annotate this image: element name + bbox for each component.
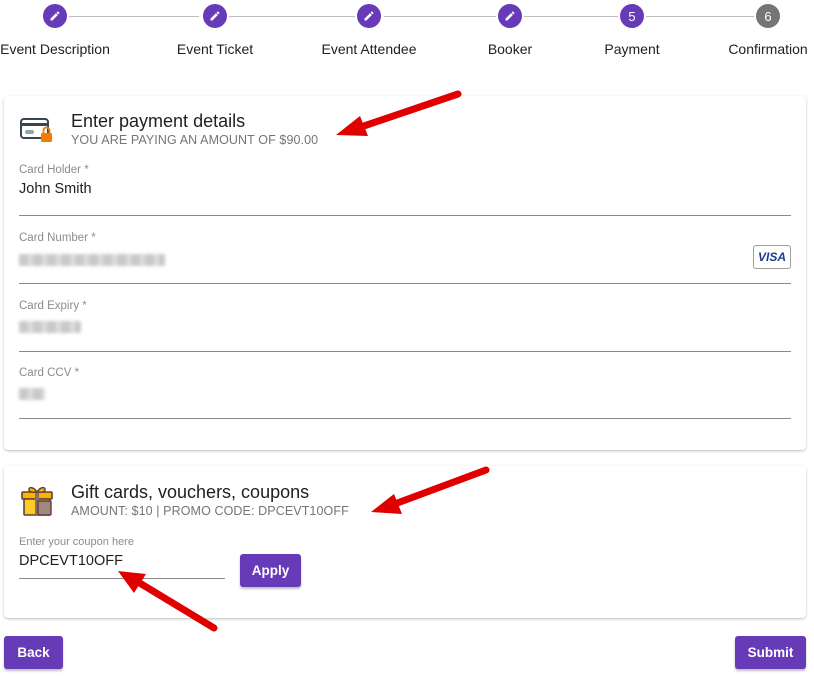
card-number-label: Card Number * <box>19 232 96 244</box>
back-button[interactable]: Back <box>4 636 63 669</box>
payment-details-card: Enter payment details YOU ARE PAYING AN … <box>4 96 806 450</box>
coupon-input[interactable]: DPCEVT10OFF <box>19 553 123 569</box>
payment-title: Enter payment details <box>71 111 246 131</box>
redacted-card-number <box>19 254 165 266</box>
card-holder-input[interactable]: John Smith <box>19 181 92 197</box>
apply-button[interactable]: Apply <box>240 554 301 587</box>
card-ccv-label: Card CCV * <box>19 367 80 379</box>
step-label: Payment <box>604 41 660 57</box>
card-ccv-field[interactable]: Card CCV * <box>19 367 791 419</box>
gift-header: Gift cards, vouchers, coupons AMOUNT: $1… <box>20 481 349 519</box>
step-payment: 5 Payment <box>572 0 692 57</box>
card-expiry-label: Card Expiry * <box>19 300 87 312</box>
coupon-label: Enter your coupon here <box>19 536 134 548</box>
credit-card-lock-icon <box>20 118 52 142</box>
coupon-field[interactable]: Enter your coupon here DPCEVT10OFF <box>19 536 225 579</box>
step-number: 6 <box>756 4 780 28</box>
redacted-card-expiry <box>19 321 81 333</box>
card-expiry-input[interactable] <box>19 321 81 337</box>
step-label: Event Description <box>0 41 110 57</box>
progress-stepper: Event Description Event Ticket Event Att… <box>0 0 814 70</box>
edit-icon <box>43 4 67 28</box>
gift-title: Gift cards, vouchers, coupons <box>71 482 310 502</box>
gift-card-icon <box>21 486 53 516</box>
payment-header: Enter payment details YOU ARE PAYING AN … <box>20 110 318 148</box>
step-event-ticket[interactable]: Event Ticket <box>155 0 275 57</box>
step-booker[interactable]: Booker <box>450 0 570 57</box>
card-holder-label: Card Holder * <box>19 164 89 176</box>
submit-button[interactable]: Submit <box>735 636 806 669</box>
card-holder-field[interactable]: Card Holder * John Smith <box>19 164 791 216</box>
step-label: Event Ticket <box>176 41 254 57</box>
card-expiry-field[interactable]: Card Expiry * <box>19 300 791 352</box>
visa-icon: VISA <box>753 245 791 269</box>
step-confirmation: 6 Confirmation <box>708 0 814 57</box>
checkout-page: Event Description Event Ticket Event Att… <box>0 0 814 676</box>
gift-cards-card: Gift cards, vouchers, coupons AMOUNT: $1… <box>4 466 806 618</box>
step-event-attendee[interactable]: Event Attendee <box>309 0 429 57</box>
payment-amount-subtitle: YOU ARE PAYING AN AMOUNT OF $90.00 <box>71 133 319 147</box>
step-number: 5 <box>620 4 644 28</box>
redacted-card-ccv <box>19 388 45 400</box>
card-ccv-input[interactable] <box>19 388 45 404</box>
edit-icon <box>203 4 227 28</box>
step-label: Event Attendee <box>321 41 417 57</box>
card-number-input[interactable] <box>19 254 165 270</box>
step-label: Booker <box>487 41 533 57</box>
edit-icon <box>357 4 381 28</box>
card-number-field[interactable]: Card Number * VISA <box>19 232 791 284</box>
step-event-description[interactable]: Event Description <box>0 0 115 57</box>
edit-icon <box>498 4 522 28</box>
step-label: Confirmation <box>728 41 808 57</box>
gift-promo-subtitle: AMOUNT: $10 | PROMO CODE: DPCEVT10OFF <box>71 504 349 518</box>
